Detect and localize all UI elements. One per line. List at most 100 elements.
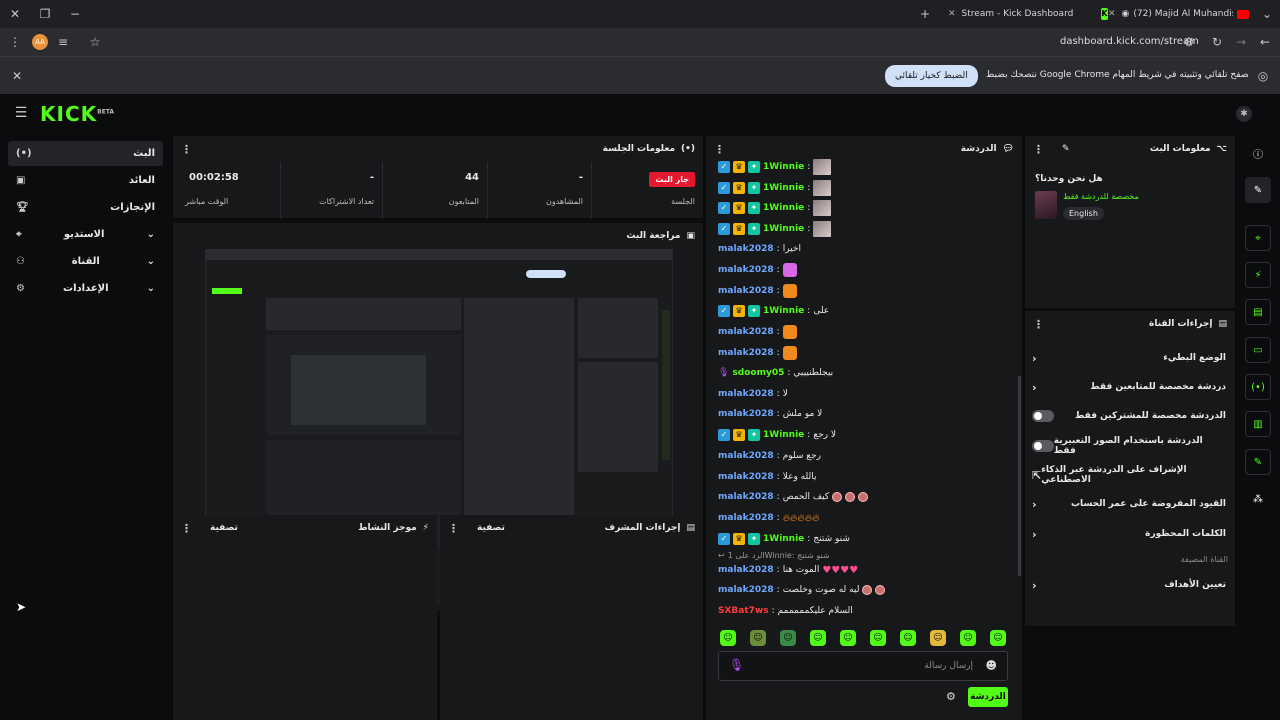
chat-message[interactable]: ✓ ♛ ✦ 1Winnie: — [718, 179, 832, 197]
kick-logo[interactable]: KICKBETA — [40, 102, 114, 126]
close-icon[interactable]: ✕ — [8, 7, 22, 21]
info-circle-icon[interactable]: ⓘ — [1245, 140, 1271, 166]
chat-bubble-icon[interactable]: ▭ — [1245, 337, 1271, 363]
restore-icon[interactable]: ❐ — [38, 7, 52, 21]
subscribers-only-toggle[interactable] — [1032, 410, 1054, 422]
category-name[interactable]: مخصصة للدردشة فقط — [1063, 192, 1139, 201]
chat-username[interactable]: sdoomy05 — [732, 368, 784, 378]
chat-username[interactable]: malak2028 — [718, 513, 774, 523]
chat-message[interactable]: malak2028: — [718, 282, 797, 300]
emote-button[interactable]: ☺ — [750, 630, 766, 646]
chat-username[interactable]: 1Winnie — [763, 224, 804, 234]
url-text[interactable]: dashboard.kick.com/stream — [1060, 36, 1199, 47]
chat-username[interactable]: malak2028 — [718, 286, 774, 296]
chat-message[interactable]: ✓ ♛ ✦ 1Winnie: — [718, 199, 832, 217]
hamburger-menu-icon[interactable]: ☰ — [14, 106, 28, 120]
sidebar-item-studio[interactable]: ⌖ الاستديو ⌄ — [8, 222, 163, 247]
profile-avatar[interactable]: AA — [32, 34, 48, 50]
kebab-menu-icon[interactable]: ⋮ — [1033, 318, 1044, 331]
chat-username[interactable]: 1Winnie — [763, 534, 804, 544]
ai-moderation-row[interactable]: ⇱ الإشراف على الدردشة عبر الذكاء الاصطناع… — [1026, 462, 1232, 488]
filter-button[interactable]: تصفية — [477, 523, 505, 533]
minimize-icon[interactable]: − — [68, 7, 82, 21]
chat-message[interactable]: malak2028: لا مو ملش — [718, 405, 822, 423]
chat-username[interactable]: malak2028 — [718, 348, 774, 358]
tab-kick-dashboard[interactable]: ✕ Stream - Kick Dashboard K — [942, 0, 1108, 28]
chat-username[interactable]: 1Winnie — [763, 430, 804, 440]
kebab-menu-icon[interactable]: ⋮ — [181, 143, 192, 156]
chat-username[interactable]: malak2028 — [718, 409, 774, 419]
broadcast-icon[interactable]: (•) — [1245, 374, 1271, 400]
chat-message[interactable]: ✓ ♛ ✦ 1Winnie: شنو شتنج — [718, 530, 850, 548]
chat-username[interactable]: malak2028 — [718, 585, 774, 595]
clipboard-icon[interactable]: ▤ — [1245, 299, 1271, 325]
mic-icon[interactable]: 🎙︎ — [729, 658, 744, 672]
chat-username[interactable]: malak2028 — [718, 565, 774, 575]
chat-message[interactable]: ✓ ♛ ✦ 1Winnie: على — [718, 302, 829, 320]
user-avatar[interactable]: ✱ — [1236, 106, 1252, 122]
chat-message[interactable]: malak2028: الموت هنا ♥♥♥♥ — [718, 561, 858, 579]
emote-button[interactable]: ☺ — [870, 630, 886, 646]
chat-message[interactable]: malak2028: رجع سلوم — [718, 447, 821, 465]
new-tab-icon[interactable]: + — [918, 7, 932, 21]
chat-username[interactable]: malak2028 — [718, 492, 774, 502]
chat-message[interactable]: ✓ ♛ ✦ 1Winnie: لا رجع — [718, 426, 836, 444]
chat-username[interactable]: malak2028 — [718, 327, 774, 337]
kebab-menu-icon[interactable]: ⋮ — [181, 522, 192, 535]
emote-button[interactable]: ☺ — [840, 630, 856, 646]
integrations-icon[interactable]: ⁂ — [1245, 486, 1271, 512]
sidebar-item-channel[interactable]: ⚇ القناة ⌄ — [8, 249, 163, 274]
banned-words-row[interactable]: › الكلمات المحظورة — [1026, 521, 1232, 547]
infobar-close-icon[interactable]: ✕ — [10, 69, 24, 83]
chat-message[interactable]: ✓ ♛ ✦ 1Winnie: — [718, 158, 832, 176]
chat-message[interactable]: malak2028: كيف الحمص — [718, 488, 869, 506]
sidebar-item-settings[interactable]: ⚙ الإعدادات ⌄ — [8, 276, 163, 301]
chat-username[interactable]: 1Winnie — [763, 183, 804, 193]
emoji-picker-icon[interactable]: ☻ — [986, 659, 997, 672]
chat-message[interactable]: malak2028: لا — [718, 385, 788, 403]
chat-username[interactable]: malak2028 — [718, 451, 774, 461]
tab-youtube[interactable]: ✕ ◉ (72) Majid Al Muhandis - A... — [1104, 0, 1254, 28]
emote-button[interactable]: ☺ — [810, 630, 826, 646]
forward-icon[interactable]: → — [1234, 35, 1248, 49]
back-icon[interactable]: ← — [1258, 35, 1272, 49]
reading-mode-icon[interactable]: ≡ — [56, 35, 70, 49]
studio-scene-icon[interactable]: ⌖ — [1245, 225, 1271, 251]
chat-username[interactable]: 1Winnie — [763, 162, 804, 172]
chat-username[interactable]: malak2028 — [718, 472, 774, 482]
chat-message[interactable]: SXBat7ws: السلام عليكمممممم — [718, 602, 853, 620]
bolt-icon[interactable]: ⚡︎ — [1245, 262, 1271, 288]
tune-icon[interactable]: ⚙ — [1182, 35, 1196, 49]
kebab-menu-icon[interactable]: ⋮ — [448, 522, 459, 535]
chat-message[interactable]: malak2028: يالله وعلا — [718, 468, 816, 486]
emotes-only-toggle[interactable] — [1032, 440, 1054, 452]
chat-username[interactable]: 1Winnie — [763, 306, 804, 316]
sidebar-item-stream[interactable]: (•) البث — [8, 141, 163, 166]
audio-icon[interactable]: ◉ — [1122, 9, 1130, 19]
chat-username[interactable]: 1Winnie — [763, 203, 804, 213]
slow-mode-row[interactable]: › الوضع البطيء — [1026, 345, 1232, 371]
chat-message[interactable]: malak2028: اخيرا — [718, 240, 801, 258]
chat-input-box[interactable]: 🎙︎ إرسال رسالة ☻ — [718, 651, 1008, 681]
layout-icon[interactable]: ▥ — [1245, 411, 1271, 437]
bookmark-star-icon[interactable]: ☆ — [88, 35, 102, 49]
tab-close-icon[interactable]: ✕ — [1108, 9, 1116, 19]
emote-button[interactable]: ☺ — [900, 630, 916, 646]
set-goals-row[interactable]: › تعيين الأهداف — [1026, 572, 1232, 598]
emote-button[interactable]: ☺ — [720, 630, 736, 646]
emote-button[interactable]: ☺ — [960, 630, 976, 646]
chat-message[interactable]: ✓ ♛ ✦ 1Winnie: — [718, 220, 832, 238]
filter-button[interactable]: تصفية — [210, 523, 238, 533]
chat-username[interactable]: malak2028 — [718, 265, 774, 275]
chat-message[interactable]: 🎙︎ sdoomy05: بيجلطنيييي — [718, 364, 833, 382]
chat-username[interactable]: SXBat7ws — [718, 606, 769, 616]
kebab-menu-icon[interactable]: ⋮ — [1033, 143, 1044, 156]
send-chat-button[interactable]: الدردشة — [968, 687, 1008, 707]
kebab-menu-icon[interactable]: ⋮ — [714, 143, 725, 156]
reload-icon[interactable]: ↻ — [1210, 35, 1224, 49]
chat-message[interactable]: malak2028: — [718, 323, 797, 341]
emote-button[interactable]: ☺ — [990, 630, 1006, 646]
chat-username[interactable]: malak2028 — [718, 389, 774, 399]
chat-message[interactable]: malak2028: 🔥︎🔥︎🔥︎🔥︎🔥︎ — [718, 509, 819, 527]
tab-search-icon[interactable]: ⌄ — [1260, 7, 1274, 21]
